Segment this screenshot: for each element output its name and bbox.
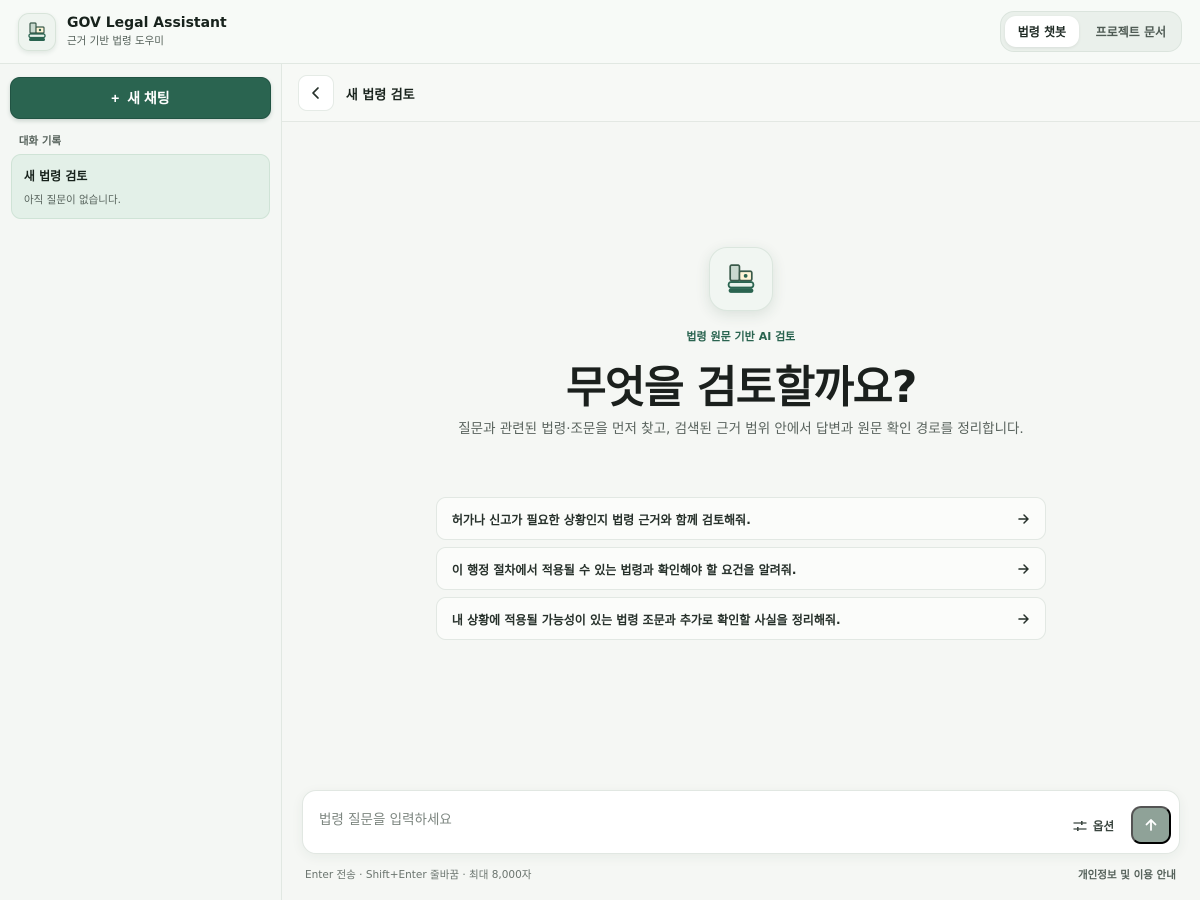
suggestion-card[interactable]: 내 상황에 적용될 가능성이 있는 법령 조문과 추가로 확인할 사실을 정리해… — [436, 597, 1046, 640]
app-header: GOV Legal Assistant 근거 기반 법령 도우미 법령 챗봇 프… — [0, 0, 1200, 64]
suggestion-text: 내 상황에 적용될 가능성이 있는 법령 조문과 추가로 확인할 사실을 정리해… — [452, 613, 841, 627]
new-chat-label: 새 채팅 — [127, 90, 170, 106]
message-composer: 옵션 — [302, 790, 1180, 854]
suggestion-text: 허가나 신고가 필요한 상황인지 법령 근거와 함께 검토해줘. — [452, 513, 751, 527]
tab-legal-chatbot[interactable]: 법령 챗봇 — [1005, 16, 1079, 47]
plus-icon: + — [111, 90, 120, 106]
main-panel: 새 법령 검토 법령 원문 기반 AI 검토 무엇을 검토할까요? 질문과 관련… — [282, 64, 1200, 900]
mode-switcher: 법령 챗봇 프로젝트 문서 — [1000, 11, 1182, 52]
arrow-up-icon — [1145, 819, 1157, 831]
sliders-icon — [1073, 821, 1087, 831]
history-item-title: 새 법령 검토 — [24, 169, 88, 183]
hero-logo — [709, 247, 773, 311]
hero-eyebrow: 법령 원문 기반 AI 검토 — [686, 330, 796, 343]
sidebar: + 새 채팅 대화 기록 새 법령 검토 아직 질문이 없습니다. — [0, 64, 282, 900]
history-section-label: 대화 기록 — [19, 135, 62, 147]
options-button[interactable]: 옵션 — [1073, 817, 1114, 835]
arrow-right-icon — [1018, 614, 1029, 624]
send-button[interactable] — [1131, 806, 1171, 844]
question-input[interactable] — [319, 805, 1019, 835]
suggestion-text: 이 행정 절차에서 적용될 수 있는 법령과 확인해야 할 요건을 알려줘. — [452, 563, 797, 577]
arrow-right-icon — [1018, 514, 1029, 524]
conversation-header: 새 법령 검토 — [282, 64, 1200, 122]
history-item[interactable]: 새 법령 검토 아직 질문이 없습니다. — [11, 154, 270, 219]
law-book-icon — [28, 22, 46, 41]
suggestion-card[interactable]: 허가나 신고가 필요한 상황인지 법령 근거와 함께 검토해줘. — [436, 497, 1046, 540]
history-item-subtitle: 아직 질문이 없습니다. — [24, 194, 121, 206]
app-title: GOV Legal Assistant — [67, 15, 227, 31]
arrow-right-icon — [1018, 564, 1029, 574]
privacy-link[interactable]: 개인정보 및 이용 안내 — [1078, 867, 1176, 882]
hero-headline: 무엇을 검토할까요? — [566, 362, 917, 413]
composer-hint: Enter 전송 · Shift+Enter 줄바꿈 · 최대 8,000자 — [305, 869, 532, 881]
back-button[interactable] — [298, 75, 334, 111]
suggestion-card[interactable]: 이 행정 절차에서 적용될 수 있는 법령과 확인해야 할 요건을 알려줘. — [436, 547, 1046, 590]
tab-project-docs[interactable]: 프로젝트 문서 — [1083, 16, 1179, 47]
new-chat-button[interactable]: + 새 채팅 — [10, 77, 271, 119]
law-book-icon — [727, 264, 755, 293]
options-label: 옵션 — [1093, 819, 1115, 833]
hero-description: 질문과 관련된 법령·조문을 먼저 찾고, 검색된 근거 범위 안에서 답변과 … — [458, 421, 1024, 437]
chevron-left-icon — [312, 87, 319, 99]
conversation-title: 새 법령 검토 — [346, 88, 415, 103]
app-logo[interactable] — [18, 13, 56, 51]
app-subtitle: 근거 기반 법령 도우미 — [67, 35, 164, 47]
